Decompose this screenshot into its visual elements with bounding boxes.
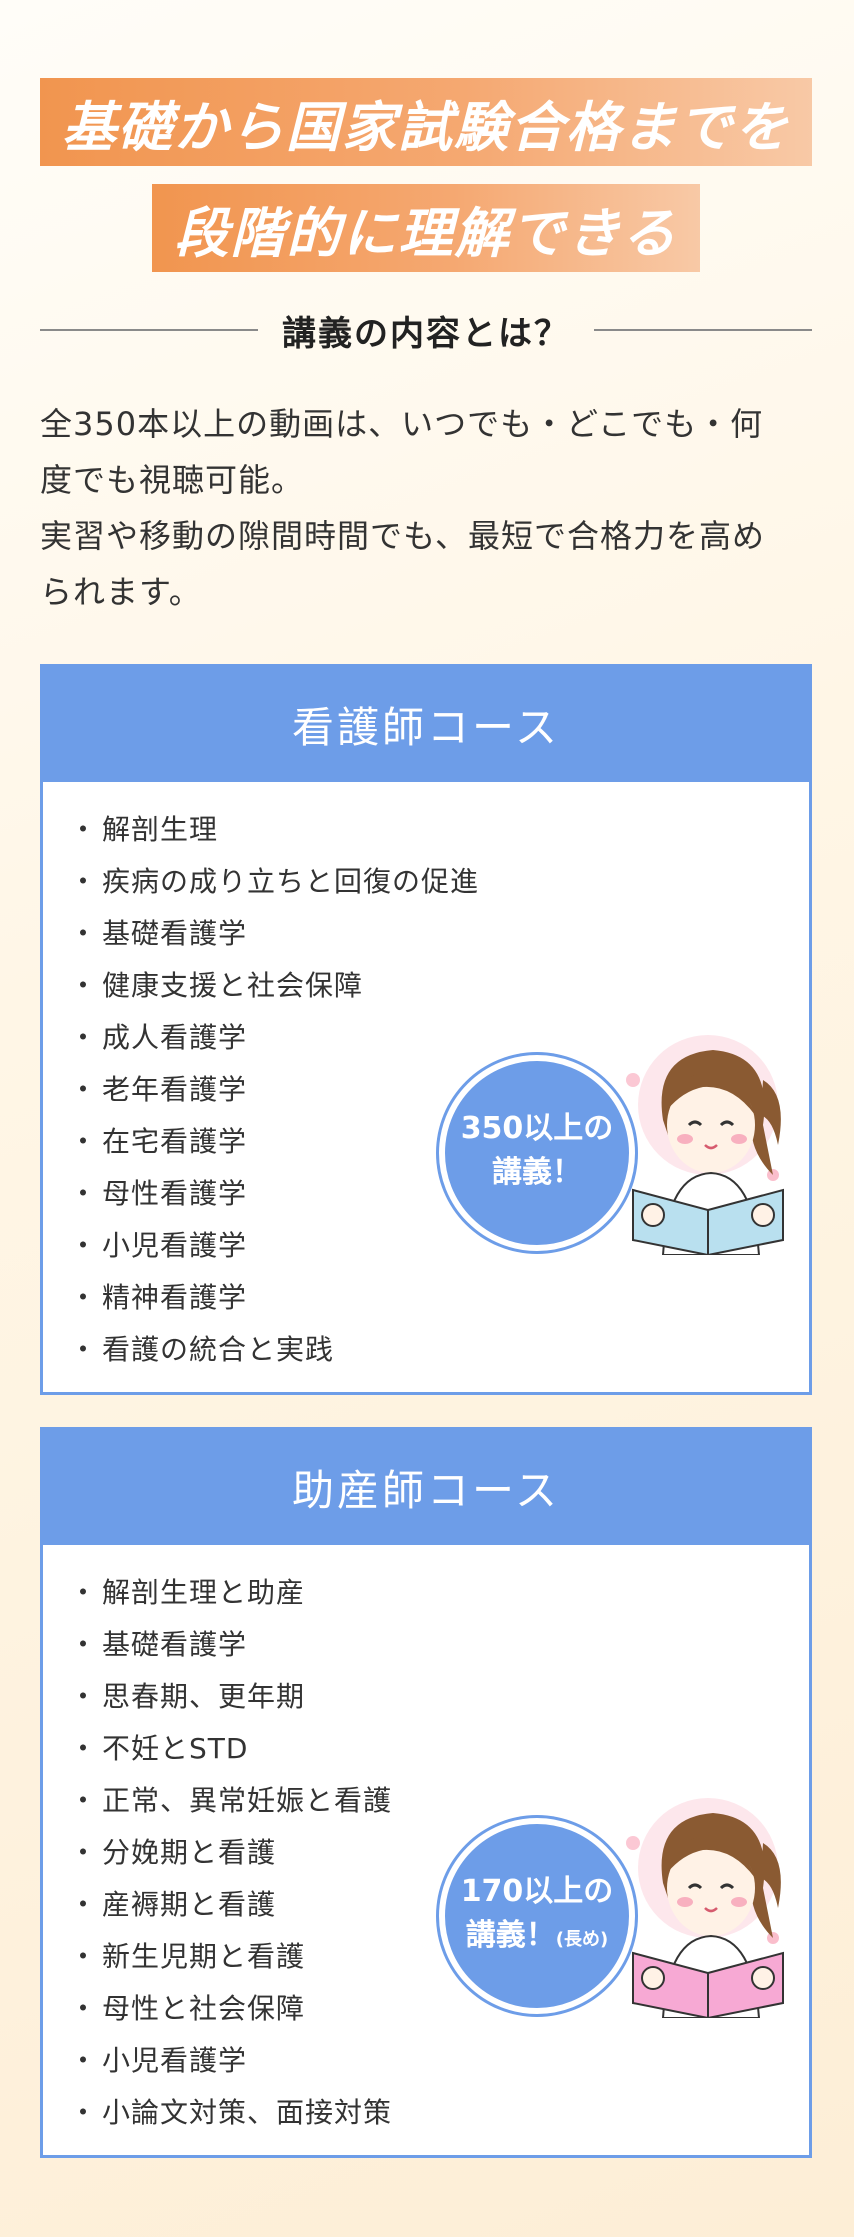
list-item-label: 思春期、更年期 [102, 1680, 306, 1713]
section-title-label: 講義の内容とは？ [282, 313, 570, 354]
intro-line: られます。 [40, 573, 202, 611]
list-item-label: 精神看護学 [102, 1281, 248, 1314]
list-item-label: 成人看護学 [102, 1021, 248, 1054]
bullet: ・ [69, 1333, 99, 1366]
bullet: ・ [69, 2096, 99, 2129]
intro-text: 全350本以上の動画は、いつでも・どこでも・何 度でも視聴可能。 実習や移動の隙… [40, 396, 830, 620]
midwife-course-card: 助産師コース ・解剖生理と助産 ・基礎看護学 ・思春期、更年期 ・不妊とSTD … [40, 1427, 812, 2158]
bullet: ・ [69, 1680, 99, 1713]
list-item-label: 不妊とSTD [102, 1732, 249, 1765]
bullet: ・ [69, 1940, 99, 1973]
bullet: ・ [69, 1732, 99, 1765]
intro-line: 度でも視聴可能。 [40, 461, 305, 499]
list-item-label: 小児看護学 [102, 1229, 248, 1262]
course-title: 助産師コース [43, 1430, 809, 1545]
badge-note: (長め) [555, 1929, 609, 1950]
badge-label: 講義！ [492, 1155, 582, 1190]
badge-label: 講義！(長め) [465, 1918, 609, 1953]
list-item-label: 母性看護学 [102, 1177, 248, 1210]
bullet: ・ [69, 1021, 99, 1054]
bullet: ・ [69, 1281, 99, 1314]
left-divider [40, 329, 258, 331]
reading-girl-illustration [626, 1035, 784, 1255]
course-title: 看護師コース [43, 667, 809, 782]
list-item: ・健康支援と社会保障 [69, 960, 809, 1012]
list-item: ・思春期、更年期 [69, 1671, 809, 1723]
list-item-label: 健康支援と社会保障 [102, 969, 364, 1002]
intro-line: 全350本以上の動画は、いつでも・どこでも・何 [40, 405, 764, 443]
list-item-label: 小論文対策、面接対策 [102, 2096, 393, 2129]
section-title: 講義の内容とは？ [40, 300, 812, 360]
list-item: ・看護の統合と実践 [69, 1324, 809, 1376]
hero-headline-line-1: 基礎から国家試験合格までを [40, 78, 812, 166]
list-item: ・小児看護学 [69, 2035, 809, 2087]
list-item: ・解剖生理と助産 [69, 1567, 809, 1619]
right-divider [594, 329, 812, 331]
list-item: ・疾病の成り立ちと回復の促進 [69, 856, 809, 908]
bullet: ・ [69, 917, 99, 950]
bullet: ・ [69, 1177, 99, 1210]
reading-girl-illustration [626, 1798, 784, 2018]
badge-count: 350以上の [460, 1111, 614, 1146]
list-item: ・解剖生理 [69, 804, 809, 856]
list-item-label: 新生児期と看護 [102, 1940, 306, 1973]
list-item: ・小論文対策、面接対策 [69, 2087, 809, 2139]
list-item: ・精神看護学 [69, 1272, 809, 1324]
bullet: ・ [69, 1073, 99, 1106]
lecture-count-badge: 170以上の 講義！(長め) [439, 1818, 635, 2014]
bullet: ・ [69, 1784, 99, 1817]
list-item-label: 解剖生理 [102, 813, 219, 846]
list-item-label: 基礎看護学 [102, 1628, 248, 1661]
lecture-count-badge: 350以上の 講義！ [439, 1055, 635, 1251]
bullet: ・ [69, 865, 99, 898]
list-item-label: 解剖生理と助産 [102, 1576, 306, 1609]
bullet: ・ [69, 969, 99, 1002]
bullet: ・ [69, 1888, 99, 1921]
bullet: ・ [69, 1992, 99, 2025]
list-item-label: 疾病の成り立ちと回復の促進 [102, 865, 480, 898]
list-item-label: 産褥期と看護 [102, 1888, 277, 1921]
list-item-label: 正常、異常妊娠と看護 [102, 1784, 393, 1817]
list-item-label: 分娩期と看護 [102, 1836, 277, 1869]
list-item-label: 基礎看護学 [102, 917, 248, 950]
intro-line: 実習や移動の隙間時間でも、最短で合格力を高め [40, 517, 766, 555]
badge-count: 170以上の [460, 1874, 614, 1909]
list-item-label: 看護の統合と実践 [102, 1333, 335, 1366]
list-item-label: 老年看護学 [102, 1073, 248, 1106]
list-item: ・基礎看護学 [69, 908, 809, 960]
bullet: ・ [69, 813, 99, 846]
list-item-label: 小児看護学 [102, 2044, 248, 2077]
bullet: ・ [69, 1836, 99, 1869]
bullet: ・ [69, 1125, 99, 1158]
bullet: ・ [69, 2044, 99, 2077]
list-item: ・基礎看護学 [69, 1619, 809, 1671]
hero-headline-line-2: 段階的に理解できる [152, 184, 700, 272]
bullet: ・ [69, 1628, 99, 1661]
list-item: ・不妊とSTD [69, 1723, 809, 1775]
bullet: ・ [69, 1576, 99, 1609]
nurse-course-card: 看護師コース ・解剖生理 ・疾病の成り立ちと回復の促進 ・基礎看護学 ・健康支援… [40, 664, 812, 1395]
list-item-label: 母性と社会保障 [102, 1992, 306, 2025]
list-item-label: 在宅看護学 [102, 1125, 248, 1158]
bullet: ・ [69, 1229, 99, 1262]
